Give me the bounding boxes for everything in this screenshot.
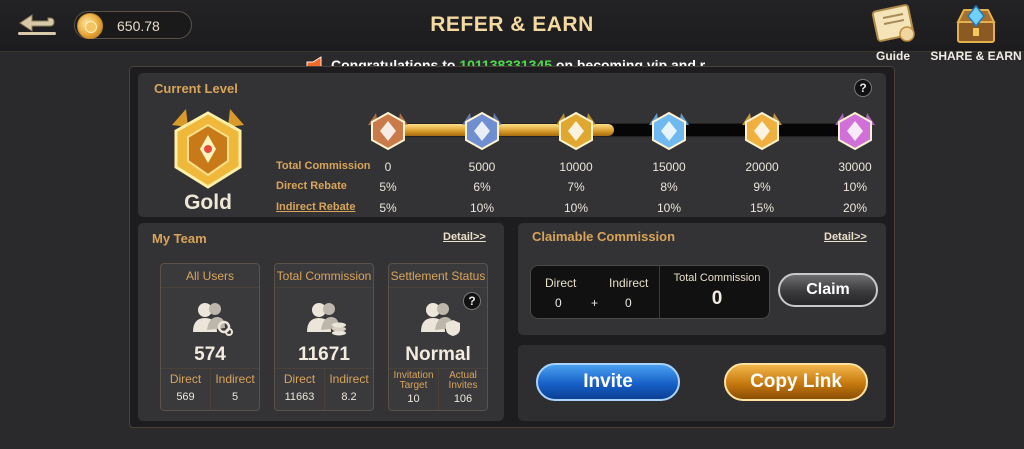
users-shield-icon	[419, 300, 461, 336]
share-earn-button[interactable]: SHARE & EARN	[928, 2, 1024, 63]
scroll-icon	[871, 4, 915, 42]
tier-4-commission-value: 15000	[652, 160, 686, 174]
tier-2-direct-value: 6%	[473, 180, 491, 194]
row-label-direct-rebate: Direct Rebate	[276, 180, 347, 192]
claimable-commission-title: Claimable Commission	[532, 229, 676, 244]
all-users-value: 574	[194, 344, 226, 365]
invitation-target-value: 10	[407, 393, 420, 405]
treasure-chest-icon	[956, 4, 996, 43]
tier-6-direct-value: 10%	[842, 180, 868, 194]
claimable-detail-link[interactable]: Detail>>	[824, 231, 867, 243]
all-users-card: All Users 574 Direct 569 Indirect 5	[160, 263, 260, 411]
tier-6-badge-icon	[831, 107, 879, 155]
help-icon[interactable]: ?	[854, 79, 872, 97]
claim-direct-label: Direct	[545, 276, 577, 290]
row-label-indirect-rebate[interactable]: Indirect Rebate	[276, 201, 355, 213]
claim-plus-sign: +	[591, 296, 599, 310]
row-label-total-commission: Total Commission	[276, 160, 371, 172]
total-commission-indirect-label: Indirect	[329, 372, 369, 386]
all-users-indirect-label: Indirect	[215, 372, 255, 386]
users-coins-icon	[305, 300, 347, 336]
current-level-panel: Current Level ? Gold 0 5% 5% 5000 6% 10% 10000…	[138, 73, 886, 217]
total-commission-direct: Direct 11663	[275, 369, 324, 410]
tier-2-badge-icon	[458, 107, 506, 155]
all-users-indirect-value: 5	[231, 391, 239, 403]
claim-button[interactable]: Claim	[778, 273, 878, 307]
tier-4-badge-icon	[645, 107, 693, 155]
claim-divider	[659, 266, 660, 318]
tier-3-commission-value: 10000	[559, 160, 593, 174]
claim-indirect-value: 0	[625, 296, 632, 310]
total-commission-direct-label: Direct	[283, 372, 316, 386]
tier-6-indirect-value: 20%	[842, 201, 868, 215]
all-users-indirect: Indirect 5	[210, 369, 259, 410]
settlement-status-card: Settlement Status ? Normal Invitation Ta…	[388, 263, 488, 411]
commission-summary-box: Direct 0 + Indirect 0 Total Commission 0	[530, 265, 770, 319]
tier-2-indirect-value: 10%	[469, 201, 495, 215]
tier-5-direct-value: 9%	[753, 180, 771, 194]
share-actions-panel: Invite Copy Link	[518, 345, 886, 421]
guide-button[interactable]: Guide	[860, 2, 926, 63]
tier-4-indirect-value: 10%	[656, 201, 682, 215]
all-users-header: All Users	[161, 264, 259, 288]
users-link-icon	[191, 300, 233, 336]
actual-invites: Actual Invites 106	[438, 369, 487, 410]
invitation-target: Invitation Target 10	[389, 369, 438, 410]
invite-button[interactable]: Invite	[536, 363, 680, 401]
tier-1-badge-icon	[364, 107, 412, 155]
total-commission-direct-value: 11663	[284, 391, 315, 403]
total-commission-card: Total Commission 11671 Direct 11663 Indi…	[274, 263, 374, 411]
claimable-commission-panel: Claimable Commission Detail>> Direct 0 +…	[518, 223, 886, 335]
my-team-detail-link[interactable]: Detail>>	[443, 231, 486, 243]
tier-1-direct-value: 5%	[379, 180, 397, 194]
tier-5-indirect-value: 15%	[749, 201, 775, 215]
tier-3-direct-value: 7%	[567, 180, 585, 194]
claim-total-value: 0	[711, 288, 723, 309]
header-bar: 650.78 REFER & EARN Guide SHARE & EARN	[0, 0, 1024, 63]
tier-2-commission-value: 5000	[468, 160, 496, 174]
actual-invites-label: Actual Invites	[448, 370, 478, 391]
tier-3-badge-icon	[552, 107, 600, 155]
tier-5-commission-value: 20000	[745, 160, 779, 174]
main-container: Current Level ? Gold 0 5% 5% 5000 6% 10% 10000…	[129, 66, 895, 428]
all-users-direct: Direct 569	[161, 369, 210, 410]
current-level-title: Current Level	[154, 81, 238, 96]
settlement-help-icon[interactable]: ?	[463, 292, 481, 310]
level-name: Gold	[184, 191, 232, 214]
claim-total-label: Total Commission	[673, 272, 761, 284]
actual-invites-value: 106	[453, 393, 473, 405]
all-users-direct-value: 569	[176, 391, 195, 403]
tier-5-badge-icon	[738, 107, 786, 155]
total-commission-header: Total Commission	[275, 264, 373, 288]
claim-indirect-label: Indirect	[609, 276, 649, 290]
tier-6-commission-value: 30000	[838, 160, 872, 174]
guide-label: Guide	[875, 49, 910, 63]
gold-level-badge-icon	[164, 105, 252, 201]
total-commission-value: 11671	[298, 344, 350, 365]
copy-link-button[interactable]: Copy Link	[724, 363, 868, 401]
my-team-panel: My Team Detail>> All Users 574 Direct 56…	[138, 223, 504, 421]
settlement-status-header: Settlement Status	[389, 264, 487, 288]
my-team-title: My Team	[152, 231, 207, 246]
all-users-direct-label: Direct	[169, 372, 202, 386]
tier-3-indirect-value: 10%	[563, 201, 589, 215]
total-commission-indirect: Indirect 8.2	[324, 369, 373, 410]
settlement-status-value: Normal	[405, 344, 471, 365]
invitation-target-label: Invitation Target	[393, 370, 434, 391]
tier-4-direct-value: 8%	[660, 180, 678, 194]
share-earn-label: SHARE & EARN	[930, 49, 1022, 63]
claim-direct-value: 0	[555, 296, 562, 310]
total-commission-indirect-value: 8.2	[341, 391, 357, 403]
tier-1-indirect-value: 5%	[379, 201, 397, 215]
